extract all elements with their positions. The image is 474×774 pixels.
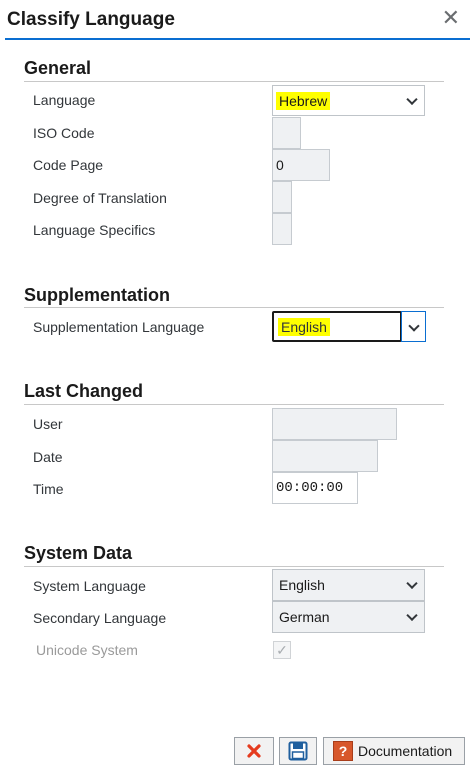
chevron-down-icon bbox=[406, 93, 418, 105]
secondary-language-value: German bbox=[279, 609, 330, 625]
time-field[interactable]: 00:00:00 bbox=[272, 472, 358, 504]
close-icon[interactable]: ✕ bbox=[442, 6, 460, 30]
checkmark-icon: ✓ bbox=[276, 641, 288, 658]
time-label: Time bbox=[33, 481, 64, 497]
degree-of-translation-field[interactable] bbox=[272, 181, 292, 213]
save-button[interactable] bbox=[279, 737, 317, 765]
section-title-general: General bbox=[24, 58, 92, 78]
cancel-button[interactable] bbox=[234, 737, 274, 765]
code-page-field[interactable]: 0 bbox=[272, 149, 330, 181]
user-label: User bbox=[33, 416, 63, 432]
section-title-system-data: System Data bbox=[24, 543, 133, 563]
iso-code-field[interactable] bbox=[272, 117, 301, 149]
section-title-last-changed: Last Changed bbox=[24, 381, 144, 401]
documentation-label: Documentation bbox=[358, 743, 453, 759]
language-value: Hebrew bbox=[276, 91, 331, 110]
language-specifics-field[interactable] bbox=[272, 213, 292, 245]
unicode-system-label: Unicode System bbox=[36, 642, 138, 658]
question-help-icon: ? bbox=[333, 741, 353, 761]
unicode-system-checkbox: ✓ bbox=[273, 641, 291, 659]
chevron-down-icon bbox=[406, 577, 418, 590]
date-field[interactable] bbox=[272, 440, 378, 472]
section-divider-last-changed bbox=[24, 404, 444, 405]
chevron-down-icon bbox=[406, 609, 418, 622]
documentation-button[interactable]: ? Documentation bbox=[323, 737, 465, 765]
code-page-label: Code Page bbox=[33, 157, 104, 173]
supplementation-dropdown-button[interactable] bbox=[401, 311, 426, 342]
system-language-value: English bbox=[279, 577, 325, 593]
section-divider-general bbox=[24, 81, 444, 82]
chevron-down-icon bbox=[408, 320, 420, 332]
system-language-label: System Language bbox=[33, 578, 146, 594]
section-divider-system-data bbox=[24, 566, 444, 567]
secondary-language-label: Secondary Language bbox=[33, 610, 167, 626]
secondary-language-select[interactable]: German bbox=[272, 601, 425, 633]
dialog-title: Classify Language bbox=[7, 9, 175, 30]
language-select[interactable]: Hebrew bbox=[272, 85, 425, 116]
supplementation-language-label: Supplementation Language bbox=[33, 319, 205, 335]
language-specifics-label: Language Specifics bbox=[33, 222, 156, 238]
iso-code-label: ISO Code bbox=[33, 125, 95, 141]
section-title-supplementation: Supplementation bbox=[24, 285, 171, 305]
degree-of-translation-label: Degree of Translation bbox=[33, 190, 167, 206]
dialog-titlebar: Classify Language ✕ bbox=[0, 0, 474, 40]
language-label: Language bbox=[33, 92, 96, 108]
floppy-disk-save-icon bbox=[288, 741, 308, 761]
section-divider-supplementation bbox=[24, 307, 444, 308]
title-divider bbox=[5, 38, 470, 40]
date-label: Date bbox=[33, 449, 63, 465]
user-field[interactable] bbox=[272, 408, 397, 440]
supplementation-language-value: English bbox=[278, 317, 330, 336]
system-language-select[interactable]: English bbox=[272, 569, 425, 601]
supplementation-language-input[interactable]: English bbox=[272, 311, 402, 342]
cancel-x-icon bbox=[247, 744, 261, 758]
